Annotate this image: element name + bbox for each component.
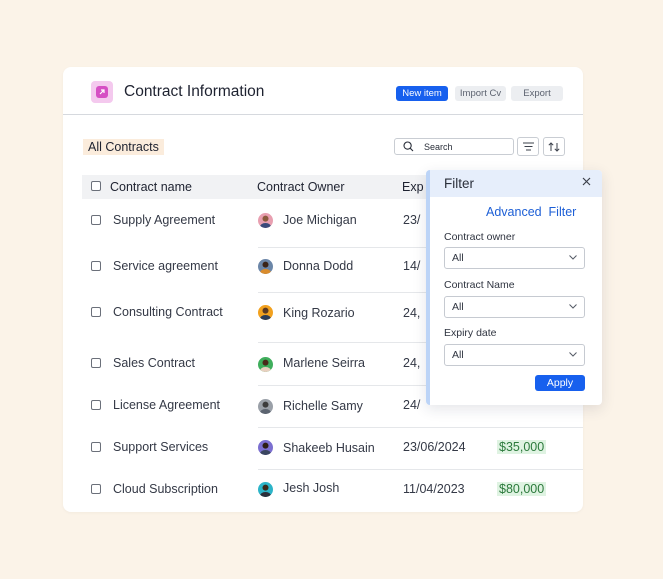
page-title: Contract Information — [124, 83, 265, 100]
expiry-date: 24, — [403, 306, 421, 320]
select-value: All — [452, 301, 464, 313]
expiry-date: 23/ — [403, 213, 421, 227]
column-contract-name[interactable]: Contract name — [110, 180, 192, 194]
chevron-down-icon — [569, 255, 577, 260]
contract-name: Service agreement — [113, 259, 218, 273]
row-checkbox[interactable] — [91, 484, 101, 494]
avatar — [258, 440, 273, 455]
row-checkbox[interactable] — [91, 442, 101, 452]
select-all-checkbox[interactable] — [91, 181, 101, 191]
contract-name: Support Services — [113, 440, 209, 454]
expiry-date: 14/ — [403, 259, 421, 273]
contract-owner: Marlene Seirra — [283, 356, 365, 370]
new-item-button[interactable]: New item — [396, 86, 448, 101]
contract-owner: Jesh Josh — [283, 481, 340, 495]
contract-owner: Joe Michigan — [283, 213, 357, 227]
list-view-button[interactable] — [517, 137, 539, 156]
expiry-date-select[interactable]: All — [444, 344, 585, 366]
close-icon[interactable] — [582, 177, 591, 186]
avatar — [258, 482, 273, 497]
contract-name-label: Contract Name — [444, 279, 515, 291]
contract-name: Supply Agreement — [113, 213, 216, 227]
avatar — [258, 399, 273, 414]
filter-panel: Filter Advanced Filter Contract owner Al… — [426, 170, 602, 405]
row-checkbox[interactable] — [91, 261, 101, 271]
row-checkbox[interactable] — [91, 358, 101, 368]
chevron-down-icon — [569, 352, 577, 357]
contract-owner: King Rozario — [283, 306, 355, 320]
filter-title: Filter — [444, 176, 474, 191]
column-expiry[interactable]: Exp — [402, 180, 424, 194]
search-icon — [403, 141, 414, 152]
row-checkbox[interactable] — [91, 400, 101, 410]
contract-name-select[interactable]: All — [444, 296, 585, 318]
avatar — [258, 305, 273, 320]
import-cv-button[interactable]: Import Cv — [455, 86, 506, 101]
expiry-date: 24, — [403, 356, 421, 370]
sort-button[interactable] — [543, 137, 565, 156]
contract-owner-select[interactable]: All — [444, 247, 585, 269]
apply-button[interactable]: Apply — [535, 375, 585, 391]
expiry-date: 23/06/2024 — [403, 440, 466, 454]
advanced-filter-link[interactable]: Advanced Filter — [486, 205, 576, 219]
contract-name: Cloud Subscription — [113, 482, 218, 496]
search-box[interactable] — [394, 138, 514, 155]
avatar — [258, 357, 273, 372]
column-contract-owner[interactable]: Contract Owner — [257, 180, 345, 194]
chevron-down-icon — [569, 304, 577, 309]
contract-name: Consulting Contract — [113, 305, 223, 319]
contract-owner-label: Contract owner — [444, 231, 516, 243]
contract-name: License Agreement — [113, 398, 221, 412]
avatar — [258, 259, 273, 274]
row-checkbox[interactable] — [91, 215, 101, 225]
select-value: All — [452, 349, 464, 361]
page-header: Contract Information New item Import Cv … — [63, 67, 583, 115]
select-value: All — [452, 252, 464, 264]
expiry-date: 11/04/2023 — [403, 482, 465, 496]
expiry-date-label: Expiry date — [444, 327, 497, 339]
contract-amount: $80,000 — [497, 482, 547, 496]
contract-app-icon — [91, 81, 113, 103]
contract-owner: Richelle Samy — [283, 399, 363, 413]
export-button[interactable]: Export — [511, 86, 563, 101]
contract-owner: Donna Dodd — [283, 259, 354, 273]
contract-name: Sales Contract — [113, 356, 195, 370]
menu-icon — [522, 142, 534, 151]
expiry-date: 24/ — [403, 398, 421, 412]
avatar — [258, 213, 273, 228]
contract-amount: $35,000 — [497, 440, 547, 454]
row-checkbox[interactable] — [91, 307, 101, 317]
filter-header: Filter — [430, 170, 602, 197]
all-contracts-tab[interactable]: All Contracts — [83, 139, 164, 155]
search-input[interactable] — [424, 139, 509, 154]
contract-owner: Shakeeb Husain — [283, 441, 375, 455]
sort-arrows-icon — [548, 141, 560, 152]
